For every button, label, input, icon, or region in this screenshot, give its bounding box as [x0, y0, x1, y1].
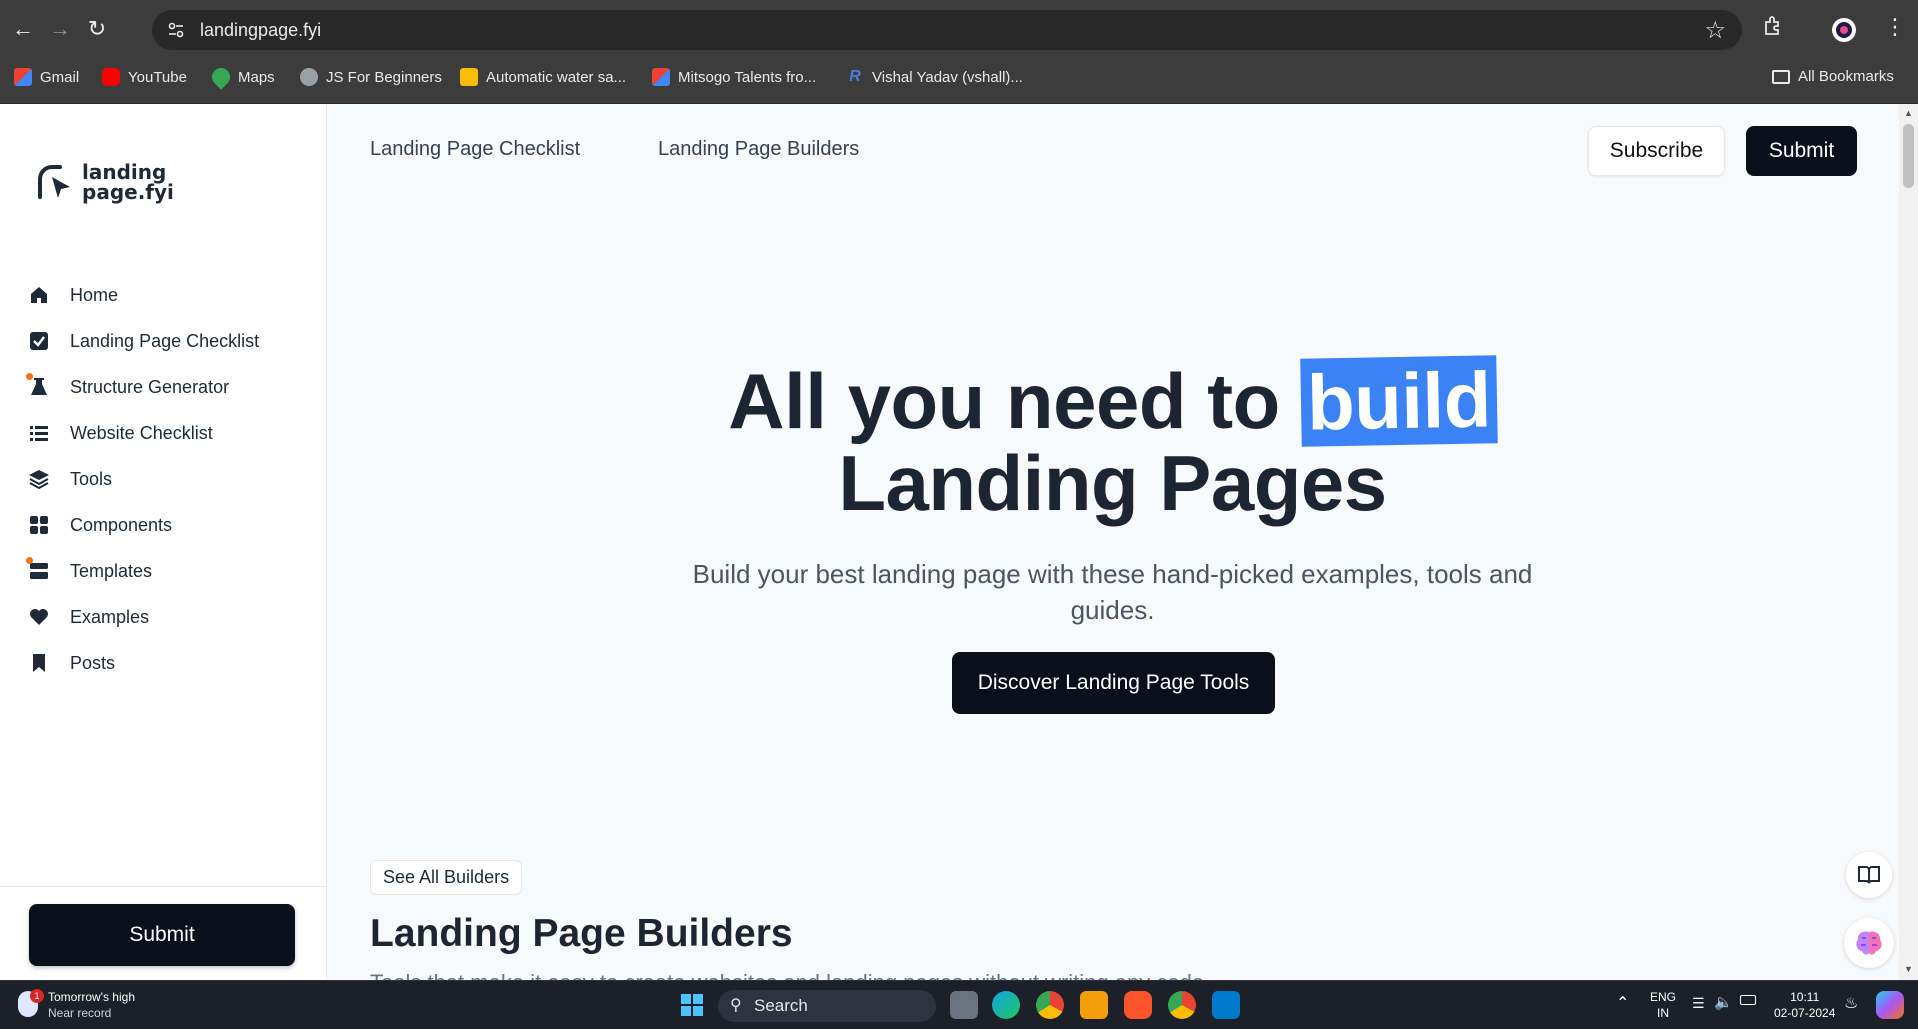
see-all-builders-button[interactable]: See All Builders: [370, 860, 523, 895]
sidebar-item-structure-generator[interactable]: Structure Generator: [26, 364, 259, 410]
r-logo-icon: R: [849, 68, 861, 85]
reload-icon[interactable]: ↻: [82, 14, 112, 44]
bookmark-maps[interactable]: Maps: [208, 64, 275, 90]
logo-cursor-icon: [38, 165, 70, 199]
bookmark-youtube[interactable]: YouTube: [102, 68, 187, 86]
brain-icon: [1856, 931, 1882, 955]
nav-link-landing-page-builders[interactable]: Landing Page Builders: [658, 138, 859, 161]
bookmark-star-icon[interactable]: ☆: [1704, 16, 1726, 45]
book-open-icon: [1858, 866, 1880, 884]
youtube-icon: [102, 68, 120, 86]
site-settings-icon[interactable]: [166, 20, 186, 40]
sidebar-item-components[interactable]: Components: [28, 502, 259, 548]
address-bar[interactable]: landingpage.fyi ☆: [152, 10, 1742, 50]
weather-widget[interactable]: 1 Tomorrow's high Near record: [18, 989, 135, 1021]
grid-icon: [30, 516, 48, 534]
taskbar-search[interactable]: ⚲ Search: [718, 990, 936, 1022]
site-logo[interactable]: landing page.fyi: [36, 162, 174, 202]
chrome-profile-icon[interactable]: [1168, 991, 1196, 1019]
page-scrollbar[interactable]: ▲ ▼: [1899, 104, 1918, 980]
sidebar-item-landing-page-checklist[interactable]: Landing Page Checklist: [28, 318, 259, 364]
sidebar-item-website-checklist[interactable]: Website Checklist: [28, 410, 259, 456]
bookmark-mitsogo[interactable]: Mitsogo Talents fro...: [652, 68, 816, 86]
list-icon: [30, 426, 48, 441]
chevron-up-icon[interactable]: ⌃: [1616, 993, 1629, 1013]
layers-icon: [29, 470, 49, 490]
templates-icon: [26, 557, 50, 582]
hero-subtitle: Build your best landing page with these …: [692, 559, 1533, 625]
logo-text-line1: landing: [82, 160, 167, 184]
vscode-icon[interactable]: [1212, 991, 1240, 1019]
sidebar: landing page.fyi Home Landing Page Check…: [0, 104, 327, 980]
section-description: Tools that make it easy to create websit…: [370, 970, 1210, 980]
edge-browser-icon[interactable]: [992, 991, 1020, 1019]
sidebar-item-templates[interactable]: Templates: [26, 548, 259, 594]
sidebar-item-home[interactable]: Home: [28, 272, 259, 318]
new-indicator-dot: [26, 373, 33, 380]
windows-taskbar: 1 Tomorrow's high Near record ⚲ Search ⌃…: [0, 980, 1918, 1029]
language-indicator[interactable]: ENG IN: [1650, 989, 1676, 1021]
heart-icon: [30, 609, 48, 625]
bookmark-automatic-water[interactable]: Automatic water sa...: [460, 68, 626, 86]
discover-tools-button[interactable]: Discover Landing Page Tools: [952, 652, 1275, 714]
scroll-up-arrow[interactable]: ▲: [1904, 108, 1913, 118]
copilot-icon[interactable]: [1876, 991, 1904, 1019]
subscribe-button[interactable]: Subscribe: [1588, 126, 1725, 176]
url-text[interactable]: landingpage.fyi: [200, 20, 321, 41]
bookmark-icon: [33, 654, 45, 672]
scroll-down-arrow[interactable]: ▼: [1904, 964, 1913, 974]
web-page: landing page.fyi Home Landing Page Check…: [0, 104, 1918, 980]
profile-avatar[interactable]: [1830, 16, 1858, 50]
gmail-icon: [652, 68, 670, 86]
sidebar-divider: [0, 886, 327, 887]
sidebar-item-posts[interactable]: Posts: [28, 640, 259, 686]
bookmark-gmail[interactable]: Gmail: [14, 68, 79, 86]
sidebar-item-tools[interactable]: Tools: [28, 456, 259, 502]
reader-mode-button[interactable]: [1846, 852, 1892, 898]
bookmark-js-for-beginners[interactable]: JS For Beginners: [300, 68, 442, 86]
windows-start-icon[interactable]: [680, 993, 704, 1017]
folder-icon: [1772, 69, 1790, 84]
notification-bell-icon[interactable]: ♨: [1844, 993, 1858, 1013]
search-icon: ⚲: [730, 997, 742, 1014]
battery-icon[interactable]: [1740, 995, 1756, 1005]
back-arrow-icon[interactable]: ←: [8, 14, 38, 44]
gmail-icon: [14, 68, 32, 86]
checkbox-icon: [30, 332, 48, 350]
browser-toolbar: ← → ↻ landingpage.fyi ☆ ⋮: [0, 0, 1918, 58]
kebab-menu-icon[interactable]: ⋮: [1884, 14, 1906, 40]
hero-title-prefix: All you need to: [728, 357, 1301, 445]
file-explorer-icon[interactable]: [1080, 991, 1108, 1019]
maps-pin-icon: [208, 64, 234, 90]
brave-browser-icon[interactable]: [1124, 991, 1152, 1019]
bookmarks-bar: Gmail YouTube Maps JS For Beginners Auto…: [0, 58, 1918, 104]
hero-title-line2: Landing Pages: [838, 439, 1387, 527]
task-view-icon[interactable]: [950, 991, 978, 1019]
slides-icon: [460, 68, 478, 86]
bookmark-vishal-yadav[interactable]: R Vishal Yadav (vshall)...: [846, 68, 1023, 86]
extensions-icon[interactable]: [1762, 14, 1786, 44]
logo-text-line2: page.fyi: [82, 180, 174, 204]
sidebar-submit-button[interactable]: Submit: [29, 904, 295, 966]
submit-button[interactable]: Submit: [1746, 126, 1857, 176]
ai-assistant-button[interactable]: [1844, 918, 1894, 968]
forward-arrow-icon[interactable]: →: [45, 14, 75, 44]
home-icon: [31, 287, 47, 303]
scrollbar-thumb[interactable]: [1903, 124, 1914, 188]
sidebar-menu: Home Landing Page Checklist Structure Ge…: [26, 272, 259, 686]
nav-link-landing-page-checklist[interactable]: Landing Page Checklist: [370, 138, 580, 161]
all-bookmarks-button[interactable]: All Bookmarks: [1772, 68, 1894, 85]
clock[interactable]: 10:11 02-07-2024: [1774, 989, 1835, 1021]
new-indicator-dot: [26, 557, 33, 564]
section-heading: Landing Page Builders: [370, 912, 793, 955]
chrome-icon[interactable]: [1036, 991, 1064, 1019]
volume-icon[interactable]: 🔈: [1714, 993, 1733, 1011]
globe-icon: [300, 68, 318, 86]
sidebar-item-examples[interactable]: Examples: [28, 594, 259, 640]
hero-title: All you need to build Landing Pages: [327, 355, 1898, 522]
flask-icon: [26, 373, 50, 398]
hero-title-highlight: build: [1300, 355, 1498, 447]
wifi-icon[interactable]: ☰: [1692, 995, 1705, 1012]
